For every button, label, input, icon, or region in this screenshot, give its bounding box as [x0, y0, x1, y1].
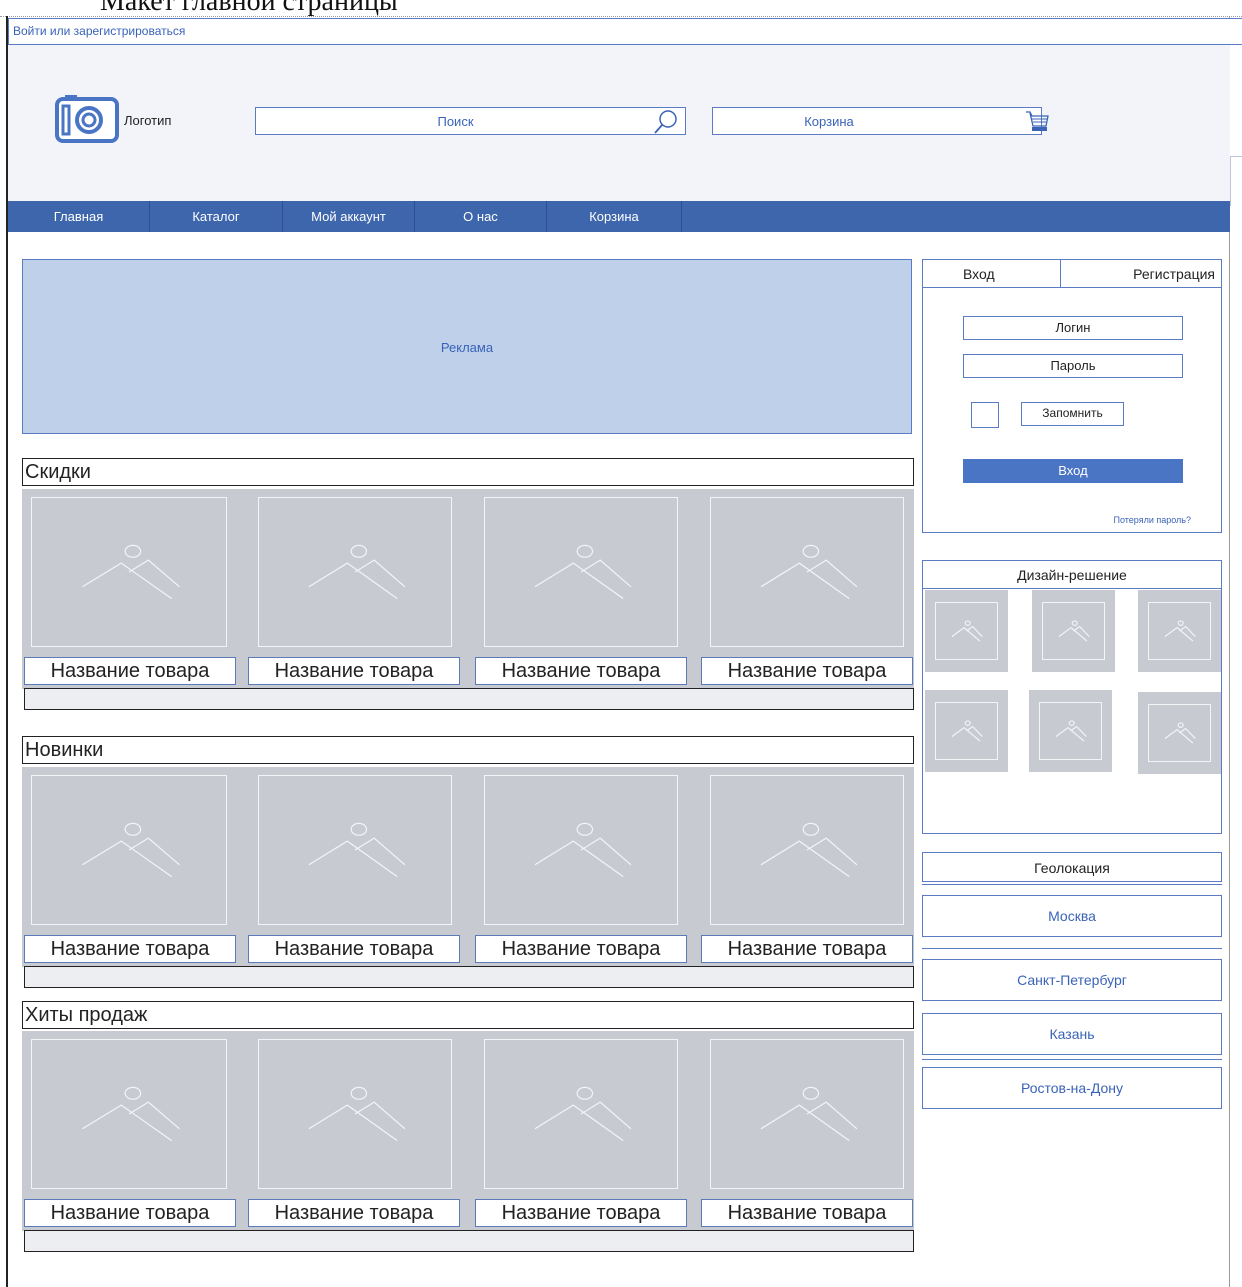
auth-link[interactable]: Войти или зарегистрироваться [13, 24, 185, 38]
section-title-discounts: Скидки [22, 458, 914, 486]
image-placeholder-icon [711, 776, 903, 924]
image-placeholder-icon [485, 498, 677, 646]
product-name[interactable]: Название товара [24, 1199, 236, 1227]
login-panel: Вход Регистрация Логин Пароль Запомнить … [922, 259, 1222, 533]
section-title-bestsellers: Хиты продаж [22, 1001, 914, 1029]
search-icon[interactable] [653, 109, 679, 135]
image-placeholder-icon [485, 1040, 677, 1188]
product-image[interactable] [484, 775, 678, 925]
city-moscow[interactable]: Москва [922, 895, 1222, 937]
product-name[interactable]: Название товара [701, 657, 913, 685]
nav-item-about[interactable]: О нас [415, 201, 547, 232]
nav-item-home[interactable]: Главная [8, 201, 150, 232]
product-image[interactable] [258, 497, 452, 647]
product-image[interactable] [31, 497, 227, 647]
product-name[interactable]: Название товара [24, 657, 236, 685]
product-name[interactable]: Название товара [475, 657, 687, 685]
image-placeholder-icon [32, 776, 226, 924]
image-placeholder-icon [259, 498, 451, 646]
image-placeholder-icon [1043, 603, 1104, 659]
geo-separator [922, 948, 1222, 950]
product-image[interactable] [484, 497, 678, 647]
thumbnail-frame [1042, 602, 1105, 660]
remember-label[interactable]: Запомнить [1021, 402, 1124, 426]
camera-icon [55, 95, 119, 143]
thumbnail-frame [935, 702, 998, 760]
section-title-new: Новинки [22, 736, 914, 764]
logo-label: Логотип [124, 113, 172, 128]
design-panel-title: Дизайн-решение [923, 561, 1221, 589]
tab-register[interactable]: Регистрация [1061, 260, 1221, 288]
password-field[interactable]: Пароль [963, 354, 1183, 378]
section-footer-new [24, 966, 914, 988]
nav-item-cart[interactable]: Корзина [547, 201, 682, 232]
design-thumbnail[interactable] [1138, 590, 1221, 672]
cart-icon [1026, 111, 1049, 131]
design-thumbnail[interactable] [925, 690, 1008, 772]
login-button[interactable]: Вход [963, 459, 1183, 483]
product-name[interactable]: Название товара [475, 1199, 687, 1227]
product-image[interactable] [31, 1039, 227, 1189]
image-placeholder-icon [32, 1040, 226, 1188]
search-placeholder: Поиск [437, 114, 474, 129]
product-image[interactable] [710, 497, 904, 647]
image-placeholder-icon [485, 776, 677, 924]
product-image[interactable] [31, 775, 227, 925]
thumbnail-frame [1148, 602, 1211, 660]
nav-item-catalog[interactable]: Каталог [150, 201, 283, 232]
auth-strip: Войти или зарегистрироваться [8, 18, 1242, 45]
image-placeholder-icon [259, 1040, 451, 1188]
login-field[interactable]: Логин [963, 316, 1183, 340]
section-footer-discounts [24, 688, 914, 710]
tab-login[interactable]: Вход [923, 260, 1061, 288]
cart-label: Корзина [804, 114, 854, 129]
geo-title: Геолокация [922, 852, 1222, 882]
image-placeholder-icon [711, 1040, 903, 1188]
design-thumbnail[interactable] [925, 590, 1008, 672]
image-placeholder-icon [1149, 705, 1210, 761]
thumbnail-frame [935, 602, 998, 660]
remember-checkbox[interactable] [971, 402, 999, 428]
city-spb[interactable]: Санкт-Петербург [922, 959, 1222, 1001]
product-name[interactable]: Название товара [475, 935, 687, 963]
city-rostov[interactable]: Ростов-на-Дону [922, 1067, 1222, 1109]
thumbnail-frame [1039, 702, 1102, 760]
search-input[interactable]: Поиск [255, 107, 686, 135]
product-name[interactable]: Название товара [248, 1199, 460, 1227]
city-kazan[interactable]: Казань [922, 1013, 1222, 1055]
product-name[interactable]: Название товара [248, 657, 460, 685]
product-image[interactable] [258, 1039, 452, 1189]
page-top-rule [0, 16, 1242, 17]
product-name[interactable]: Название товара [24, 935, 236, 963]
image-placeholder-icon [936, 603, 997, 659]
header-edge [1230, 156, 1242, 206]
product-image[interactable] [710, 775, 904, 925]
lost-password-link[interactable]: Потеряли пароль? [1114, 515, 1192, 525]
geo-separator [922, 884, 1222, 886]
design-thumbnail[interactable] [1032, 590, 1115, 672]
design-thumbnail[interactable] [1029, 690, 1112, 772]
product-image[interactable] [484, 1039, 678, 1189]
product-name[interactable]: Название товара [248, 935, 460, 963]
design-thumbnail[interactable] [1138, 692, 1221, 774]
main-navbar: Главная Каталог Мой аккаунт О нас Корзин… [8, 201, 1230, 232]
image-placeholder-icon [1040, 703, 1101, 759]
product-name[interactable]: Название товара [701, 935, 913, 963]
image-placeholder-icon [32, 498, 226, 646]
image-placeholder-icon [936, 703, 997, 759]
product-image[interactable] [710, 1039, 904, 1189]
geo-separator [922, 1059, 1222, 1061]
ad-label: Реклама [440, 340, 494, 355]
image-placeholder-icon [1149, 603, 1210, 659]
image-placeholder-icon [259, 776, 451, 924]
section-footer-bestsellers [24, 1230, 914, 1252]
cart-widget[interactable]: Корзина [712, 107, 1049, 135]
nav-item-account[interactable]: Мой аккаунт [283, 201, 415, 232]
product-image[interactable] [258, 775, 452, 925]
image-placeholder-icon [711, 498, 903, 646]
product-name[interactable]: Название товара [701, 1199, 913, 1227]
ad-banner[interactable]: Реклама [22, 259, 912, 434]
thumbnail-frame [1148, 704, 1211, 762]
